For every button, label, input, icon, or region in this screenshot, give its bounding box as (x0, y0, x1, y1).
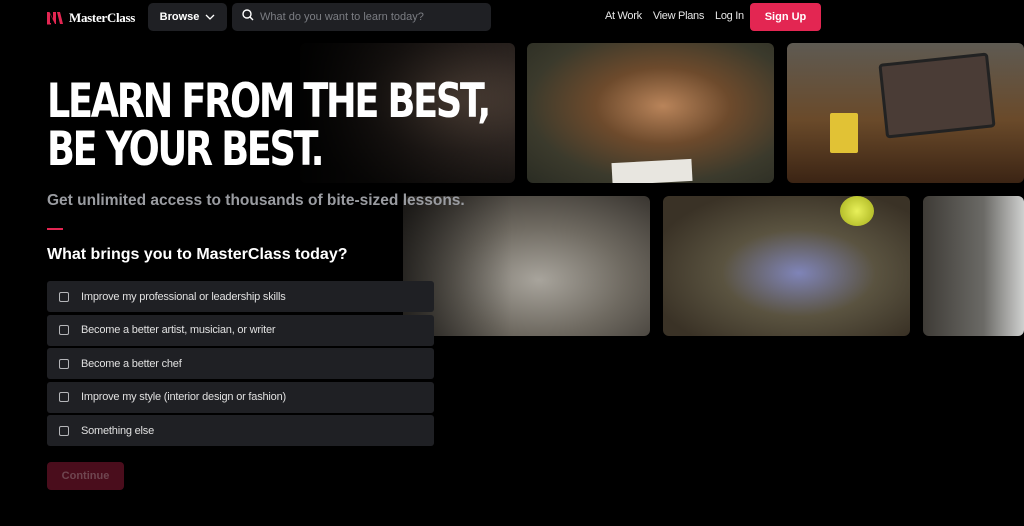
option-something-else[interactable]: Something else (47, 415, 434, 446)
option-label: Improve my style (interior design or fas… (81, 391, 286, 403)
top-nav: MasterClass Browse At Work View Plans Lo… (0, 0, 1024, 35)
sign-up-button[interactable]: Sign Up (750, 3, 821, 31)
checkbox[interactable] (59, 358, 69, 369)
option-label: Become a better artist, musician, or wri… (81, 324, 276, 336)
nav-link-at-work[interactable]: At Work (605, 10, 642, 22)
chevron-down-icon (205, 11, 215, 23)
masterclass-logo[interactable]: MasterClass (47, 10, 135, 26)
option-label: Become a better chef (81, 357, 182, 370)
tablet-screen (878, 52, 996, 139)
continue-button[interactable]: Continue (47, 462, 124, 490)
onboarding-question: What brings you to MasterClass today? (47, 246, 348, 263)
goal-options-list: Improve my professional or leadership sk… (47, 281, 434, 449)
headline-line-1: LEARN FROM THE BEST, (47, 74, 491, 129)
search-bar[interactable] (232, 3, 491, 31)
headline-line-2: BE YOUR BEST. (47, 122, 325, 177)
option-label: Something else (81, 424, 155, 437)
checkbox[interactable] (59, 425, 69, 436)
masterclass-m-icon (47, 11, 65, 25)
nav-link-log-in[interactable]: Log In (715, 10, 744, 22)
cocktail-class-tablet-image (787, 43, 1024, 183)
brand-name: MasterClass (69, 10, 136, 25)
hero-subtitle: Get unlimited access to thousands of bit… (47, 192, 465, 209)
option-label: Improve my professional or leadership sk… (81, 290, 286, 303)
search-icon (242, 8, 254, 26)
nav-link-view-plans[interactable]: View Plans (653, 10, 705, 22)
tennis-ball (840, 196, 874, 226)
search-input[interactable] (260, 11, 480, 23)
option-chef[interactable]: Become a better chef (47, 348, 434, 379)
option-style[interactable]: Improve my style (interior design or fas… (47, 381, 434, 413)
checkbox[interactable] (59, 392, 69, 402)
tennis-player-image (663, 196, 910, 336)
nav-links: At Work View Plans Log In (605, 10, 744, 22)
option-professional-skills[interactable]: Improve my professional or leadership sk… (47, 281, 434, 312)
accent-divider (47, 228, 63, 230)
checkbox[interactable] (59, 325, 69, 335)
checkbox[interactable] (59, 291, 69, 302)
cocktail-glass (830, 113, 858, 153)
hero-headline: LEARN FROM THE BEST, BE YOUR BEST. (47, 78, 614, 174)
option-artist-musician-writer[interactable]: Become a better artist, musician, or wri… (47, 314, 434, 346)
interior-room-image (923, 196, 1024, 336)
browse-button[interactable]: Browse (148, 3, 227, 31)
browse-label: Browse (159, 11, 200, 23)
